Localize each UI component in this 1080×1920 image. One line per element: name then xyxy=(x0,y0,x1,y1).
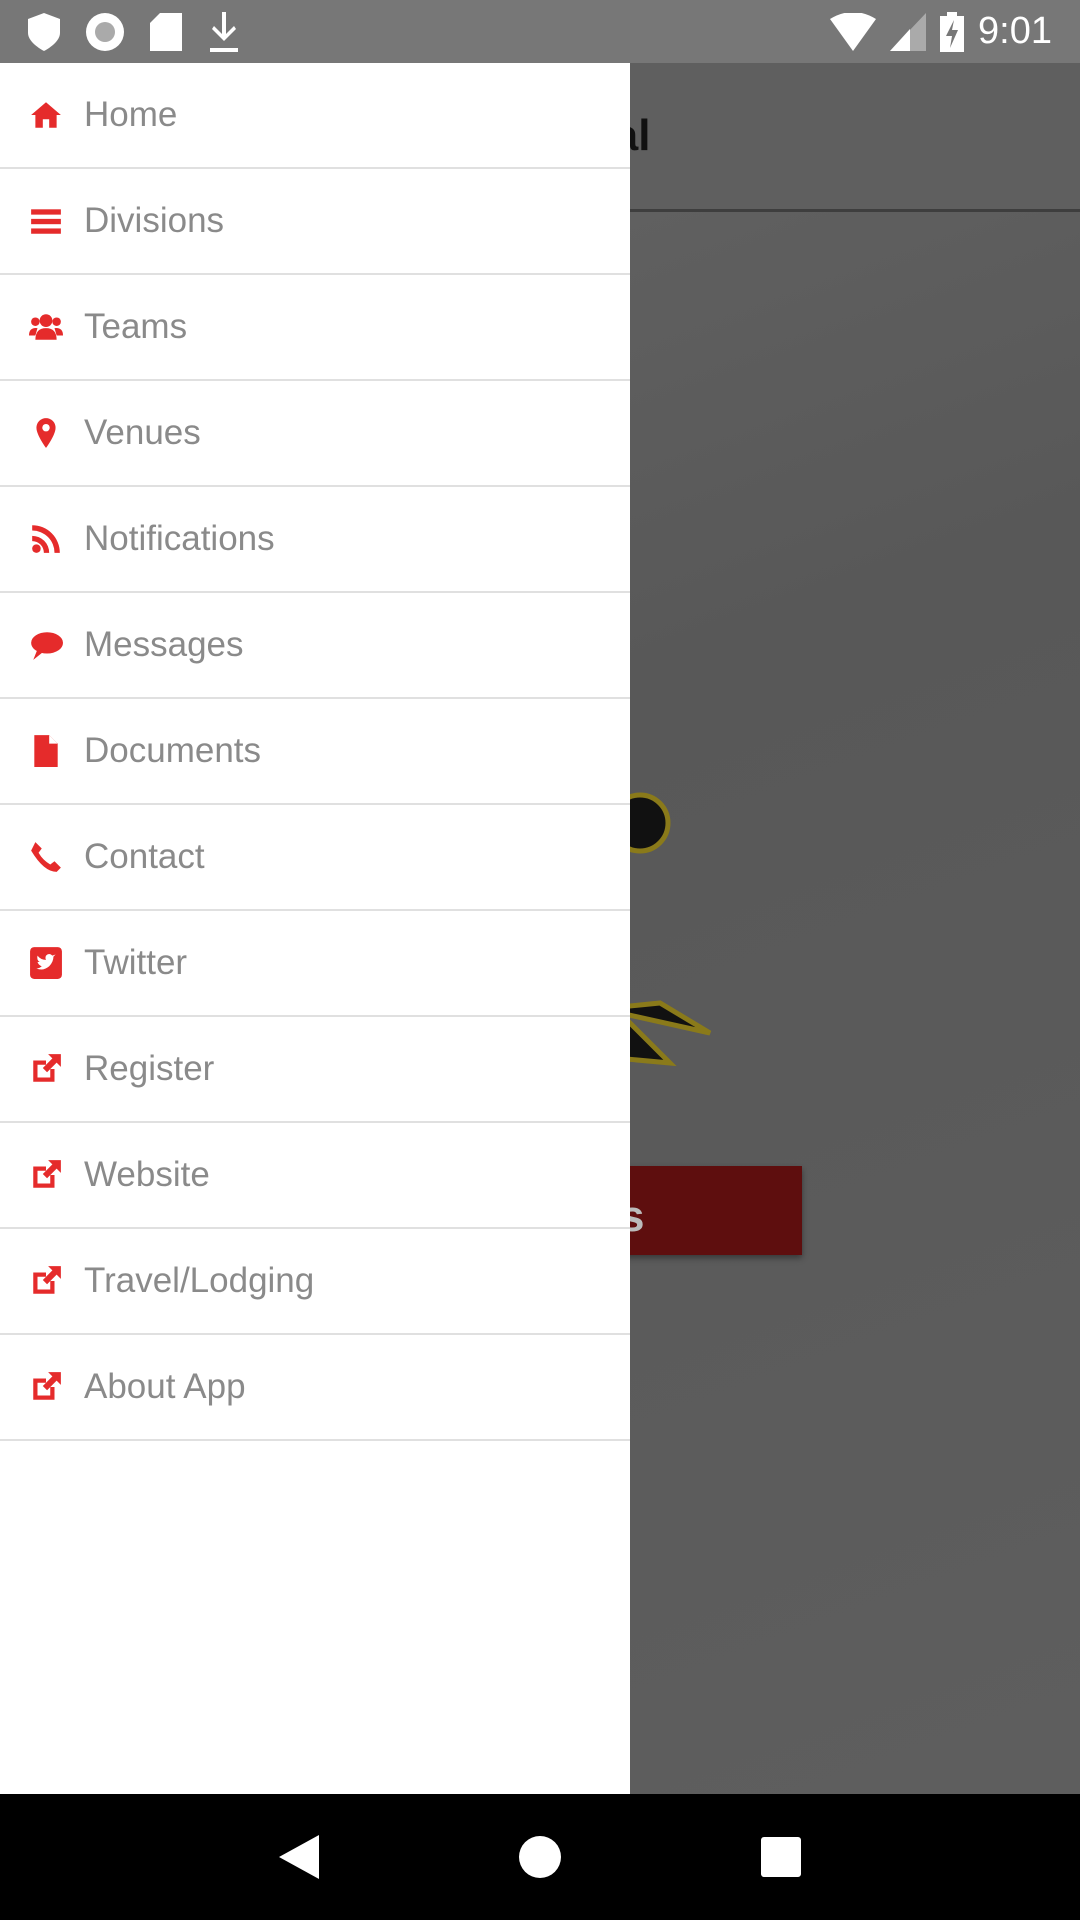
comment-icon xyxy=(26,625,66,665)
external-link-icon xyxy=(26,1155,66,1195)
system-nav-bar xyxy=(0,1794,1080,1920)
drawer-item-label: Documents xyxy=(84,731,262,770)
drawer-item-label: Divisions xyxy=(84,201,225,240)
drawer-item-about-app[interactable]: About App xyxy=(0,1335,630,1441)
drawer-item-label: Website xyxy=(84,1155,210,1194)
back-icon[interactable] xyxy=(279,1835,320,1879)
download-icon xyxy=(210,11,238,52)
external-link-icon xyxy=(26,1261,66,1301)
status-bar: 9:01 xyxy=(0,0,1080,63)
external-link-icon xyxy=(26,1367,66,1407)
drawer-item-label: Messages xyxy=(84,625,244,664)
map-marker-icon xyxy=(26,413,66,453)
record-icon xyxy=(86,12,124,51)
twitter-square-icon xyxy=(26,943,66,983)
drawer-item-register[interactable]: Register xyxy=(0,1017,630,1123)
drawer-item-documents[interactable]: Documents xyxy=(0,699,630,805)
drawer-item-label: Venues xyxy=(84,413,201,452)
rss-icon xyxy=(26,519,66,559)
drawer-item-teams[interactable]: Teams xyxy=(0,275,630,381)
drawer-item-label: Contact xyxy=(84,837,205,876)
signal-icon xyxy=(890,12,927,51)
drawer-item-label: Notifications xyxy=(84,519,275,558)
drawer-item-notifications[interactable]: Notifications xyxy=(0,487,630,593)
drawer-item-label: Travel/Lodging xyxy=(84,1261,315,1300)
drawer-item-messages[interactable]: Messages xyxy=(0,593,630,699)
users-icon xyxy=(26,307,66,347)
home-button-icon[interactable] xyxy=(518,1835,562,1879)
recents-icon[interactable] xyxy=(760,1837,801,1877)
drawer-item-venues[interactable]: Venues xyxy=(0,381,630,487)
drawer-item-label: About App xyxy=(84,1367,246,1406)
list-icon xyxy=(26,201,66,241)
drawer-item-label: Home xyxy=(84,95,178,134)
drawer-item-travel-lodging[interactable]: Travel/Lodging xyxy=(0,1229,630,1335)
drawer-item-contact[interactable]: Contact xyxy=(0,805,630,911)
navigation-drawer: Home Divisions Teams Venues Notifications Mes… xyxy=(0,63,630,1794)
drawer-item-label: Teams xyxy=(84,307,188,346)
wifi-icon xyxy=(830,12,877,51)
external-link-icon xyxy=(26,1049,66,1089)
sd-card-icon xyxy=(150,12,182,51)
file-icon xyxy=(26,731,66,771)
drawer-item-divisions[interactable]: Divisions xyxy=(0,169,630,275)
drawer-item-home[interactable]: Home xyxy=(0,63,630,169)
drawer-item-label: Twitter xyxy=(84,943,188,982)
clock: 9:01 xyxy=(978,10,1052,52)
phone-icon xyxy=(26,837,66,877)
battery-charging-icon xyxy=(940,11,965,52)
shield-icon xyxy=(28,12,60,51)
drawer-item-twitter[interactable]: Twitter xyxy=(0,911,630,1017)
home-icon xyxy=(26,95,66,135)
drawer-item-website[interactable]: Website xyxy=(0,1123,630,1229)
drawer-item-label: Register xyxy=(84,1049,215,1088)
